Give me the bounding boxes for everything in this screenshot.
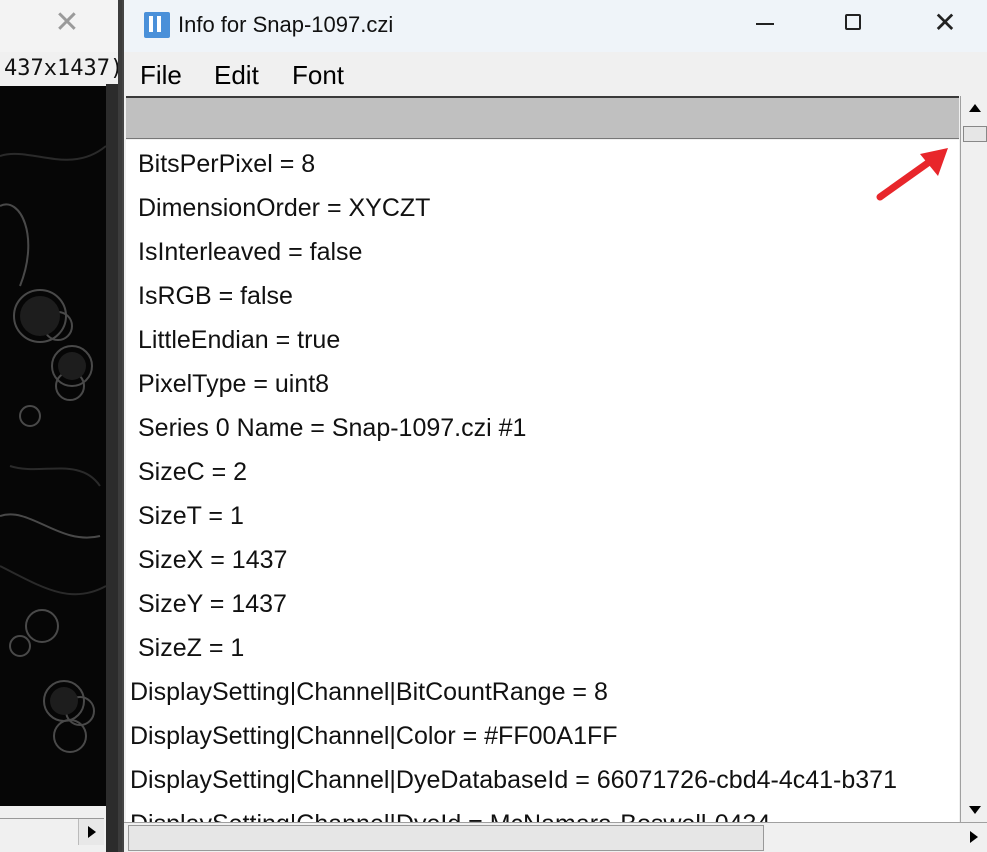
info-line: PixelType = uint8 [138,370,330,398]
info-text-area[interactable]: BitsPerPixel = 8 DimensionOrder = XYCZT … [126,140,959,822]
horizontal-scroll-thumb[interactable] [128,825,764,851]
info-line: SizeY = 1437 [138,590,287,618]
scroll-down-icon[interactable] [961,796,987,822]
vertical-scrollbar[interactable] [960,96,987,822]
annotation-arrow-icon [876,148,948,201]
background-window-edge [106,84,118,852]
info-line: DisplaySetting|Channel|BitCountRange = 8 [130,678,608,706]
background-image-window: ✕ 437x1437) [0,0,118,852]
vertical-scroll-thumb[interactable] [963,126,987,142]
table-header-bar [126,96,959,139]
info-line: SizeC = 2 [138,458,248,486]
scroll-right-icon[interactable] [78,819,104,845]
info-line: LittleEndian = true [138,326,341,354]
info-line: Series 0 Name = Snap-1097.czi #1 [138,414,527,442]
close-button[interactable]: ✕ [899,0,987,48]
background-image-dimensions: 437x1437) [0,52,118,84]
info-line: DisplaySetting|Channel|Color = #FF00A1FF [130,722,618,750]
info-line: SizeX = 1437 [138,546,288,574]
imagej-icon [144,12,170,38]
info-line: IsRGB = false [138,282,293,310]
info-window: Info for Snap-1097.czi ✕ File Edit Font … [122,0,987,852]
info-line: DisplaySetting|Channel|DyeId = McNamara-… [126,802,770,822]
info-line: DimensionOrder = XYCZT [138,194,431,222]
window-title: Info for Snap-1097.czi [178,12,394,37]
info-line: SizeT = 1 [138,502,244,530]
info-line: IsInterleaved = false [138,238,363,266]
scroll-up-icon[interactable] [961,96,987,122]
info-line: BitsPerPixel = 8 [138,150,316,178]
title-bar[interactable]: Info for Snap-1097.czi ✕ [124,0,987,52]
close-icon: ✕ [933,6,957,39]
info-line: SizeZ = 1 [138,634,245,662]
scroll-right-icon[interactable] [960,823,987,852]
menu-file[interactable]: File [140,58,182,92]
background-window-titlebar: ✕ [0,0,118,52]
info-line: DisplaySetting|Channel|DyeDatabaseId = 6… [130,766,897,794]
menu-edit[interactable]: Edit [214,58,259,92]
background-horizontal-scrollbar[interactable] [0,818,104,845]
background-window-close-button[interactable]: ✕ [52,8,82,38]
maximize-icon [845,14,861,30]
microscopy-image[interactable] [0,86,106,806]
minimize-button[interactable] [719,0,811,48]
maximize-button[interactable] [807,0,899,48]
menu-bar: File Edit Font [124,52,987,96]
menu-font[interactable]: Font [292,58,344,92]
horizontal-scrollbar[interactable] [124,822,987,852]
minimize-icon [756,23,774,25]
